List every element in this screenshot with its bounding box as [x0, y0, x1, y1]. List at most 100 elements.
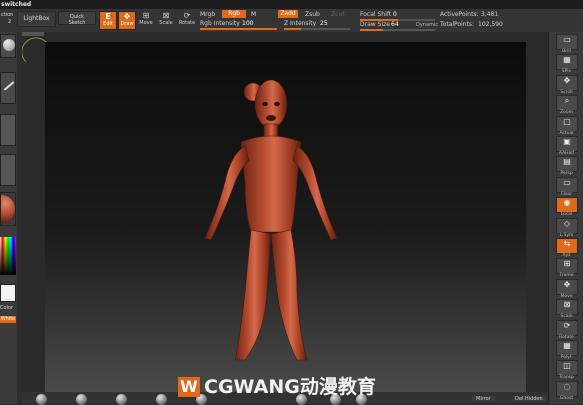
edit-button[interactable]: E Edit	[99, 11, 117, 30]
m-toggle[interactable]: M	[251, 11, 256, 18]
slider-fill	[284, 28, 301, 30]
model-left-arm	[204, 145, 250, 241]
shelf-button-rotate[interactable]: ⟳	[556, 319, 578, 336]
material-slot[interactable]	[0, 192, 16, 226]
draw-size-label: Draw Size	[360, 21, 390, 28]
del-hidden-button[interactable]: Del Hidden	[512, 396, 546, 402]
shelf-label: Rotate	[559, 334, 574, 340]
shelf-button-polyf[interactable]: ▦	[556, 340, 578, 356]
document-canvas[interactable]	[45, 42, 526, 392]
shelf-button-move[interactable]: ✥	[556, 278, 578, 295]
shelf-button-zoom[interactable]: ⌕	[556, 95, 578, 112]
zadd-toggle[interactable]: Zadd	[278, 10, 298, 18]
material-sphere-icon	[1, 195, 15, 223]
shelf-button-frame[interactable]: ⊞	[556, 258, 578, 275]
draw-icon: ✥	[123, 12, 131, 21]
shelf-button-ghost[interactable]: ◌	[556, 380, 578, 397]
shelf-button-spix[interactable]: ▦	[556, 54, 578, 71]
quick-sketch-button[interactable]: Quick Sketch	[58, 11, 96, 26]
rotate-icon: ⟳	[183, 11, 191, 20]
shelf-button-local[interactable]: ◉	[556, 197, 578, 214]
stroke-icon	[3, 81, 15, 91]
shelf-glyph-icon: ▭	[563, 177, 571, 187]
shelf-glyph-icon: ⊞	[563, 259, 571, 269]
color-picker[interactable]	[0, 237, 16, 275]
shelf-label: Local	[560, 212, 573, 218]
shelf-label: Floor	[560, 191, 573, 197]
shelf-button-l-sym[interactable]: ◇	[556, 217, 578, 234]
active-points-label: ActivePoints:	[440, 11, 479, 18]
z-intensity-slider[interactable]	[284, 28, 350, 30]
mirror-button[interactable]: Mirror	[472, 396, 495, 402]
model-torso	[240, 135, 302, 233]
total-points-value: 102,590	[478, 21, 503, 28]
draw-size-slider[interactable]	[360, 29, 435, 31]
shelf-button-xyz[interactable]: ⇆	[556, 238, 578, 254]
focal-shift-value: 0	[393, 11, 397, 18]
model-right-leg	[270, 229, 308, 361]
shelf-label: Scroll	[560, 89, 573, 95]
model-left-leg	[234, 229, 272, 361]
shelf-button-scroll[interactable]: ✥	[556, 74, 578, 91]
total-points-label: TotalPoints:	[440, 21, 475, 28]
shelf-button-aahalf[interactable]: ▣	[556, 136, 578, 152]
shelf-label: Persp	[560, 171, 573, 177]
action-label: ction	[1, 12, 14, 18]
model-left-eye	[262, 102, 268, 106]
rgb-intensity-slider[interactable]	[200, 28, 277, 30]
zcut-toggle[interactable]: Zcut	[331, 11, 345, 18]
slider-fill	[360, 29, 383, 31]
move-icon: ⊞	[142, 11, 150, 20]
shelf-button-brill[interactable]: ▭	[556, 34, 578, 50]
shelf-label: SPix	[561, 69, 572, 75]
model-right-eye	[274, 102, 280, 106]
shelf-glyph-icon: ▣	[563, 137, 571, 146]
move-button[interactable]: ⊞ Move	[139, 11, 153, 26]
model-mouth	[266, 115, 276, 121]
shelf-glyph-icon: ⇆	[563, 239, 571, 248]
shelf-button-scale[interactable]: ⊠	[556, 299, 578, 316]
texture-slot[interactable]	[0, 154, 16, 186]
shelf-glyph-icon: ⟳	[563, 320, 571, 330]
scale-button[interactable]: ⊠ Scale	[158, 11, 174, 26]
shelf-label: Zoom	[560, 110, 573, 116]
zsub-toggle[interactable]: Zsub	[305, 11, 320, 18]
z-intensity-label: Z Intensity	[284, 20, 317, 27]
shelf-glyph-icon: ⌕	[564, 96, 570, 106]
shelf-button-actual[interactable]: ▢	[556, 115, 578, 132]
brush-preset-ball[interactable]	[116, 394, 127, 405]
shelf-label: Move	[560, 293, 573, 299]
shelf-label: Xyz	[562, 253, 571, 258]
brush-preset-ball[interactable]	[156, 394, 167, 405]
shelf-glyph-icon: ▢	[563, 116, 571, 126]
rgb-toggle[interactable]: Rgb	[222, 10, 246, 18]
dynamic-toggle[interactable]: Dynamic	[416, 22, 438, 28]
rgb-intensity-label: Rgb Intensity	[200, 20, 240, 27]
white-button[interactable]: White	[0, 316, 16, 323]
alpha-slot[interactable]	[0, 114, 16, 146]
brush-slot[interactable]	[0, 34, 16, 58]
draw-button[interactable]: ✥ Draw	[118, 11, 136, 30]
edit-icon: E	[105, 12, 111, 21]
shelf-glyph-icon: ◫	[563, 361, 571, 371]
shelf-label: PolyF	[560, 355, 573, 360]
shelf-label: Ghost	[559, 395, 574, 401]
shelf-button-persp[interactable]: ▤	[556, 156, 578, 173]
shelf-label: Scale	[560, 314, 573, 320]
mrgb-toggle[interactable]: Mrgb	[200, 11, 215, 18]
shelf-glyph-icon: ▦	[563, 341, 571, 350]
lightbox-button[interactable]: LightBox	[17, 11, 56, 27]
model-view[interactable]	[45, 42, 526, 392]
rotate-button[interactable]: ⟳ Rotate	[178, 11, 196, 26]
top-toolbar: ction 2 LightBox Quick Sketch E Edit ✥ D…	[0, 9, 583, 33]
shelf-button-transp[interactable]: ◫	[556, 360, 578, 377]
slider-fill	[200, 28, 277, 30]
shelf-button-floor[interactable]: ▭	[556, 176, 578, 193]
stroke-slot[interactable]	[0, 72, 16, 104]
brush-preset-ball[interactable]	[76, 394, 87, 405]
shelf-glyph-icon: ⊠	[563, 300, 571, 310]
shelf-label: Transp	[559, 375, 574, 381]
brush-preset-ball[interactable]	[36, 394, 47, 405]
shelf-glyph-icon: ✥	[563, 279, 571, 289]
main-color-swatch[interactable]	[0, 284, 16, 302]
